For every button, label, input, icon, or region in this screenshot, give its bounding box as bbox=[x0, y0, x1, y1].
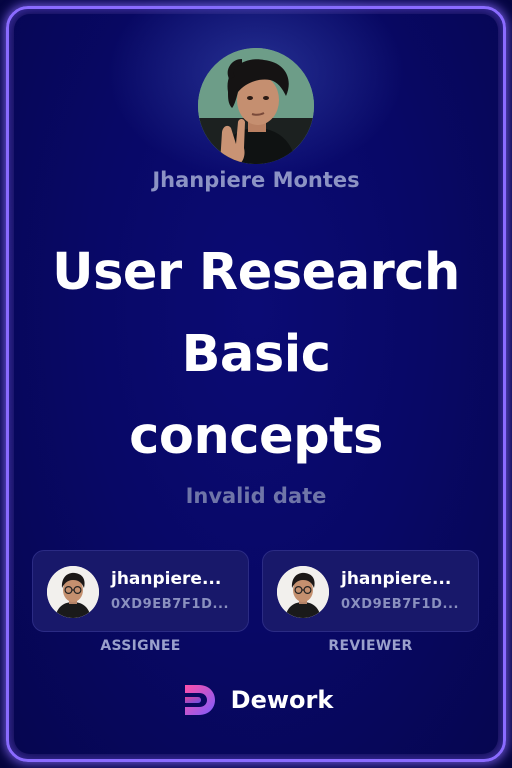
task-title-line-1: User Research bbox=[52, 243, 460, 302]
reviewer-address: 0XD9EB7F1D... bbox=[341, 597, 460, 612]
brand[interactable]: Dework bbox=[0, 680, 512, 720]
assignee-name: jhanpiere... bbox=[111, 569, 222, 589]
assignee-card[interactable]: jhanpiere... 0XD9EB7F1D... bbox=[32, 550, 249, 632]
task-title-line-2: Basic bbox=[181, 325, 331, 384]
owner-avatar-photo bbox=[198, 48, 314, 164]
assignee-role-label: ASSIGNEE bbox=[100, 638, 181, 654]
reviewer-avatar bbox=[277, 566, 329, 618]
assignee-avatar-photo bbox=[47, 566, 99, 618]
reviewer-role-label: REVIEWER bbox=[328, 638, 413, 654]
owner-avatar bbox=[198, 48, 314, 164]
owner-name: Jhanpiere Montes bbox=[152, 168, 360, 192]
dework-logo-icon bbox=[184, 685, 215, 715]
task-date: Invalid date bbox=[185, 484, 327, 508]
reviewer-card[interactable]: jhanpiere... 0XD9EB7F1D... bbox=[262, 550, 479, 632]
brand-name: Dework bbox=[230, 686, 334, 714]
task-card-page: Jhanpiere Montes User Research Basic con… bbox=[0, 0, 512, 768]
reviewer-avatar-photo bbox=[277, 566, 329, 618]
reviewer-name: jhanpiere... bbox=[341, 569, 452, 589]
assignee-address: 0XD9EB7F1D... bbox=[111, 597, 230, 612]
task-title: User Research Basic concepts bbox=[26, 232, 486, 478]
task-title-line-3: concepts bbox=[129, 407, 383, 466]
assignee-avatar bbox=[47, 566, 99, 618]
